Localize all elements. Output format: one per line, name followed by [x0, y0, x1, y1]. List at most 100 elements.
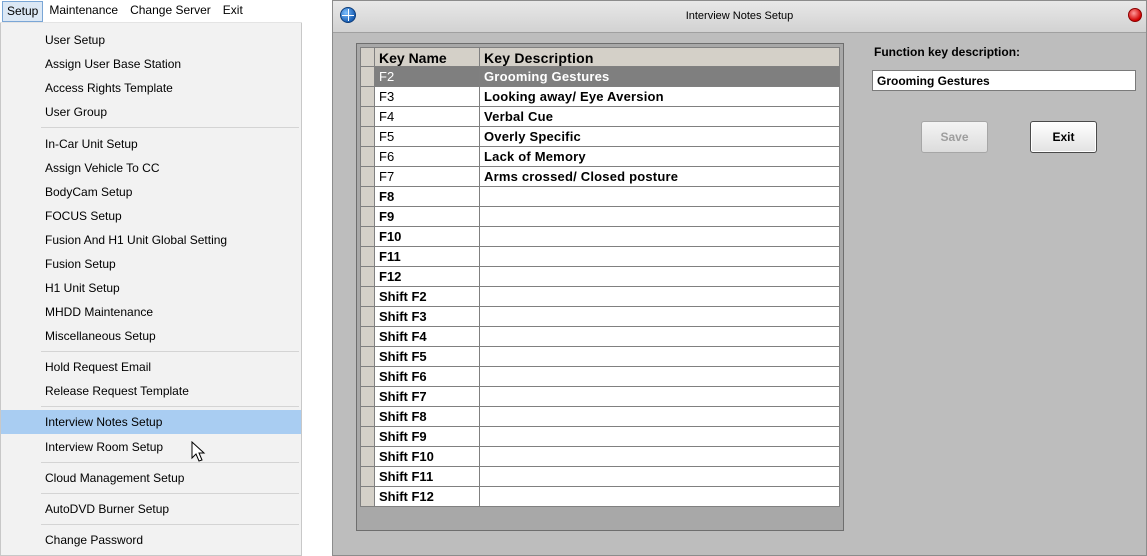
- table-row[interactable]: Shift F8: [360, 407, 840, 427]
- key-description-cell[interactable]: [480, 227, 840, 247]
- row-indicator[interactable]: [360, 167, 375, 187]
- table-row[interactable]: Shift F10: [360, 447, 840, 467]
- row-indicator[interactable]: [360, 127, 375, 147]
- menu-exit[interactable]: Exit: [217, 1, 249, 22]
- menu-item-focus-setup[interactable]: FOCUS Setup: [1, 204, 301, 228]
- table-row[interactable]: F4 Verbal Cue: [360, 107, 840, 127]
- menu-item-assign-user-base-station[interactable]: Assign User Base Station: [1, 52, 301, 76]
- table-row[interactable]: Shift F3: [360, 307, 840, 327]
- key-name-cell[interactable]: Shift F6: [375, 367, 480, 387]
- menu-item-autodvd-burner-setup[interactable]: AutoDVD Burner Setup: [1, 497, 301, 521]
- table-row[interactable]: F9: [360, 207, 840, 227]
- key-description-cell[interactable]: [480, 387, 840, 407]
- key-name-cell[interactable]: Shift F2: [375, 287, 480, 307]
- row-indicator[interactable]: [360, 207, 375, 227]
- row-indicator[interactable]: [360, 487, 375, 507]
- menu-change-server[interactable]: Change Server: [124, 1, 217, 22]
- key-description-cell[interactable]: [480, 467, 840, 487]
- row-indicator[interactable]: [360, 347, 375, 367]
- key-name-cell[interactable]: Shift F4: [375, 327, 480, 347]
- key-name-cell[interactable]: F6: [375, 147, 480, 167]
- key-description-cell[interactable]: Grooming Gestures: [480, 67, 840, 87]
- key-name-cell[interactable]: F3: [375, 87, 480, 107]
- key-name-cell[interactable]: F12: [375, 267, 480, 287]
- key-name-cell[interactable]: Shift F7: [375, 387, 480, 407]
- row-indicator[interactable]: [360, 267, 375, 287]
- table-row[interactable]: F12: [360, 267, 840, 287]
- menu-item-miscellaneous-setup[interactable]: Miscellaneous Setup: [1, 324, 301, 348]
- key-description-cell[interactable]: [480, 347, 840, 367]
- row-indicator[interactable]: [360, 327, 375, 347]
- column-header-key-name[interactable]: Key Name: [375, 47, 480, 67]
- row-indicator[interactable]: [360, 87, 375, 107]
- menu-item-user-setup[interactable]: User Setup: [1, 28, 301, 52]
- key-name-cell[interactable]: Shift F9: [375, 427, 480, 447]
- key-description-cell[interactable]: [480, 287, 840, 307]
- row-indicator[interactable]: [360, 407, 375, 427]
- row-indicator[interactable]: [360, 427, 375, 447]
- table-row[interactable]: Shift F11: [360, 467, 840, 487]
- table-row[interactable]: F5 Overly Specific: [360, 127, 840, 147]
- menu-item-user-group[interactable]: User Group: [1, 100, 301, 124]
- row-indicator[interactable]: [360, 107, 375, 127]
- table-row[interactable]: F3 Looking away/ Eye Aversion: [360, 87, 840, 107]
- key-name-cell[interactable]: F10: [375, 227, 480, 247]
- menu-item-fusion-h1-global-setting[interactable]: Fusion And H1 Unit Global Setting: [1, 228, 301, 252]
- key-description-cell[interactable]: [480, 247, 840, 267]
- key-description-cell[interactable]: [480, 407, 840, 427]
- table-row[interactable]: Shift F7: [360, 387, 840, 407]
- table-row[interactable]: F7 Arms crossed/ Closed posture: [360, 167, 840, 187]
- key-name-cell[interactable]: F11: [375, 247, 480, 267]
- key-name-cell[interactable]: Shift F10: [375, 447, 480, 467]
- table-row[interactable]: F10: [360, 227, 840, 247]
- menu-item-fusion-setup[interactable]: Fusion Setup: [1, 252, 301, 276]
- key-description-cell[interactable]: [480, 487, 840, 507]
- menu-item-bodycam-setup[interactable]: BodyCam Setup: [1, 180, 301, 204]
- row-indicator[interactable]: [360, 367, 375, 387]
- key-description-cell[interactable]: Overly Specific: [480, 127, 840, 147]
- key-name-cell[interactable]: F8: [375, 187, 480, 207]
- table-row[interactable]: Shift F9: [360, 427, 840, 447]
- function-key-description-input[interactable]: [872, 70, 1136, 91]
- row-indicator[interactable]: [360, 287, 375, 307]
- table-row[interactable]: F6 Lack of Memory: [360, 147, 840, 167]
- key-name-cell[interactable]: Shift F8: [375, 407, 480, 427]
- key-description-cell[interactable]: Arms crossed/ Closed posture: [480, 167, 840, 187]
- title-bar[interactable]: Interview Notes Setup: [333, 1, 1146, 33]
- menu-item-change-password[interactable]: Change Password: [1, 528, 301, 552]
- key-description-cell[interactable]: Looking away/ Eye Aversion: [480, 87, 840, 107]
- row-indicator[interactable]: [360, 467, 375, 487]
- key-description-cell[interactable]: [480, 427, 840, 447]
- key-description-cell[interactable]: [480, 307, 840, 327]
- key-description-cell[interactable]: [480, 267, 840, 287]
- key-description-cell[interactable]: [480, 367, 840, 387]
- table-row[interactable]: F8: [360, 187, 840, 207]
- row-indicator[interactable]: [360, 67, 375, 87]
- menu-item-mhdd-maintenance[interactable]: MHDD Maintenance: [1, 300, 301, 324]
- key-name-cell[interactable]: F5: [375, 127, 480, 147]
- table-row[interactable]: Shift F12: [360, 487, 840, 507]
- key-name-cell[interactable]: Shift F3: [375, 307, 480, 327]
- menu-item-access-rights-template[interactable]: Access Rights Template: [1, 76, 301, 100]
- menu-item-assign-vehicle-to-cc[interactable]: Assign Vehicle To CC: [1, 156, 301, 180]
- exit-button[interactable]: Exit: [1030, 121, 1097, 153]
- row-indicator[interactable]: [360, 227, 375, 247]
- menu-maintenance[interactable]: Maintenance: [43, 1, 124, 22]
- key-name-cell[interactable]: Shift F11: [375, 467, 480, 487]
- row-indicator[interactable]: [360, 187, 375, 207]
- table-row[interactable]: F2 Grooming Gestures: [360, 67, 840, 87]
- key-description-cell[interactable]: [480, 327, 840, 347]
- menu-item-hold-request-email[interactable]: Hold Request Email: [1, 355, 301, 379]
- save-button[interactable]: Save: [921, 121, 988, 153]
- row-indicator[interactable]: [360, 247, 375, 267]
- table-row[interactable]: Shift F2: [360, 287, 840, 307]
- menu-item-cloud-management-setup[interactable]: Cloud Management Setup: [1, 466, 301, 490]
- column-header-key-description[interactable]: Key Description: [480, 47, 840, 67]
- key-description-cell[interactable]: Verbal Cue: [480, 107, 840, 127]
- row-indicator[interactable]: [360, 147, 375, 167]
- key-description-cell[interactable]: [480, 447, 840, 467]
- menu-item-h1-unit-setup[interactable]: H1 Unit Setup: [1, 276, 301, 300]
- table-row[interactable]: Shift F4: [360, 327, 840, 347]
- menu-setup[interactable]: Setup: [2, 0, 44, 22]
- key-name-cell[interactable]: F9: [375, 207, 480, 227]
